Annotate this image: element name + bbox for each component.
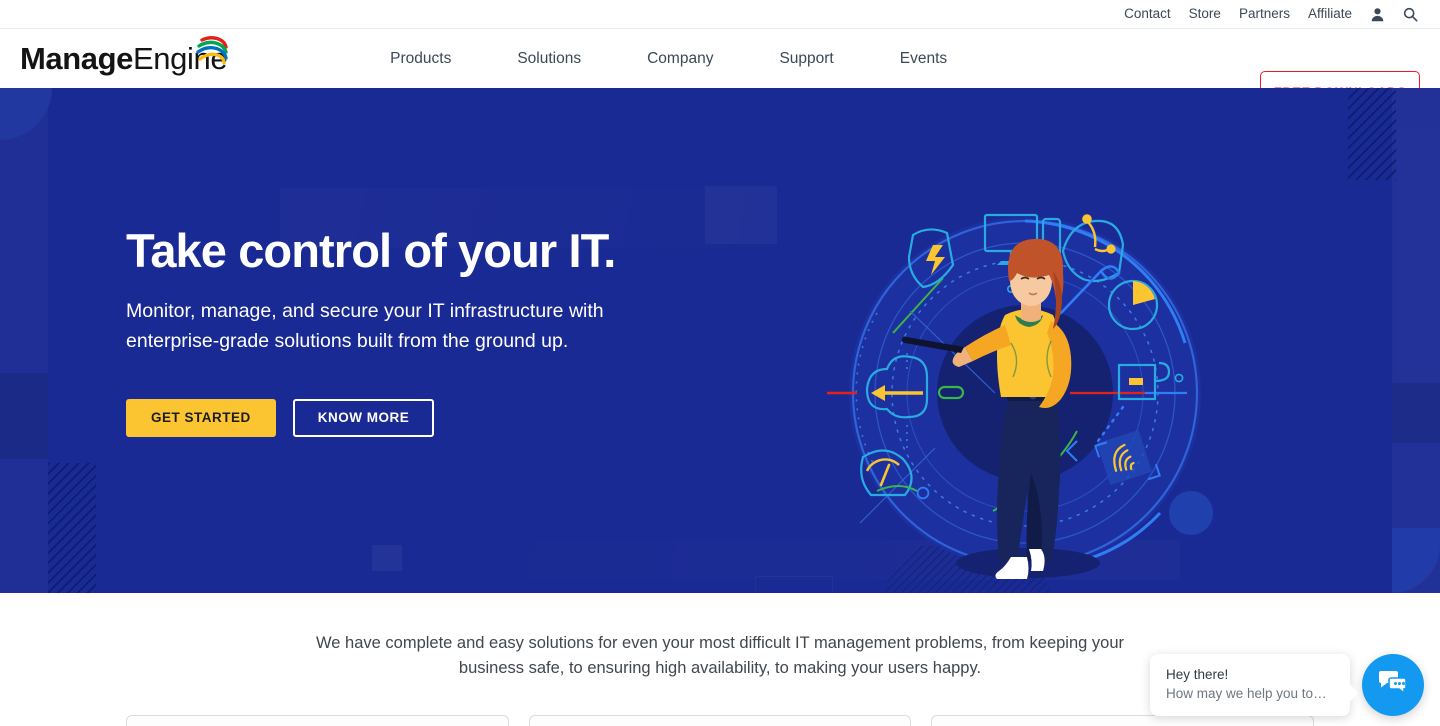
- chat-bubbles-icon: [1378, 667, 1408, 702]
- deco-left-dark-block: [0, 373, 48, 459]
- know-more-button[interactable]: KNOW MORE: [292, 398, 435, 437]
- hero-subtitle: Monitor, manage, and secure your IT infr…: [126, 299, 604, 353]
- logo-swoosh-icon: [193, 31, 233, 71]
- deco-right-panel: [1392, 88, 1440, 593]
- utility-bar: Contact Store Partners Affiliate: [0, 0, 1440, 28]
- user-account-icon[interactable]: [1370, 7, 1385, 22]
- hero-title: Take control of your IT.: [126, 224, 616, 277]
- utility-link-partners[interactable]: Partners: [1239, 7, 1290, 21]
- chat-greeting-bubble[interactable]: Hey there! How may we help you to…: [1150, 653, 1350, 716]
- logo-text-bold: Manage: [20, 41, 134, 76]
- deco-left-diagonal-stripes: [48, 463, 96, 593]
- hero-button-group: GET STARTED KNOW MORE: [126, 398, 746, 437]
- deco-top-left-rounded-square: [0, 88, 52, 140]
- solution-cards-row: [0, 715, 1440, 726]
- utility-link-store[interactable]: Store: [1189, 7, 1221, 21]
- nav-item-company[interactable]: Company: [614, 51, 746, 67]
- deco-square-small-left: [372, 545, 402, 571]
- utility-link-contact[interactable]: Contact: [1124, 7, 1171, 21]
- intro-paragraph: We have complete and easy solutions for …: [316, 634, 1124, 678]
- chat-open-button[interactable]: [1362, 653, 1424, 716]
- nav-item-events[interactable]: Events: [867, 51, 980, 67]
- deco-right-bottom-rounded: [1392, 528, 1440, 593]
- solution-card-3[interactable]: [931, 715, 1315, 726]
- solution-card-1[interactable]: [126, 715, 509, 726]
- solution-card-2[interactable]: [528, 715, 912, 726]
- hero-content: Take control of your IT. Monitor, manage…: [126, 224, 746, 437]
- hero-section: Take control of your IT. Monitor, manage…: [0, 88, 1440, 593]
- manageengine-logo[interactable]: ManageEngine: [20, 36, 228, 76]
- it-professional-circle-illustration: [815, 193, 1235, 593]
- search-icon[interactable]: [1403, 7, 1418, 22]
- nav-item-support[interactable]: Support: [746, 51, 866, 67]
- chat-greeting-message: How may we help you to…: [1166, 686, 1327, 702]
- main-header: ManageEngine Products Solutions Company …: [0, 28, 1440, 113]
- chat-greeting-title: Hey there!: [1166, 666, 1229, 682]
- deco-right-diagonal-stripes: [1348, 88, 1396, 180]
- nav-item-products[interactable]: Products: [357, 51, 484, 67]
- main-nav: Products Solutions Company Support Event…: [357, 51, 980, 67]
- deco-left-column: [0, 88, 48, 593]
- nav-item-solutions[interactable]: Solutions: [484, 51, 614, 67]
- get-started-button[interactable]: GET STARTED: [126, 398, 276, 437]
- utility-link-affiliate[interactable]: Affiliate: [1308, 7, 1352, 21]
- chat-widget: Hey there! How may we help you to…: [1150, 653, 1424, 716]
- deco-right-dark-block: [1392, 383, 1440, 443]
